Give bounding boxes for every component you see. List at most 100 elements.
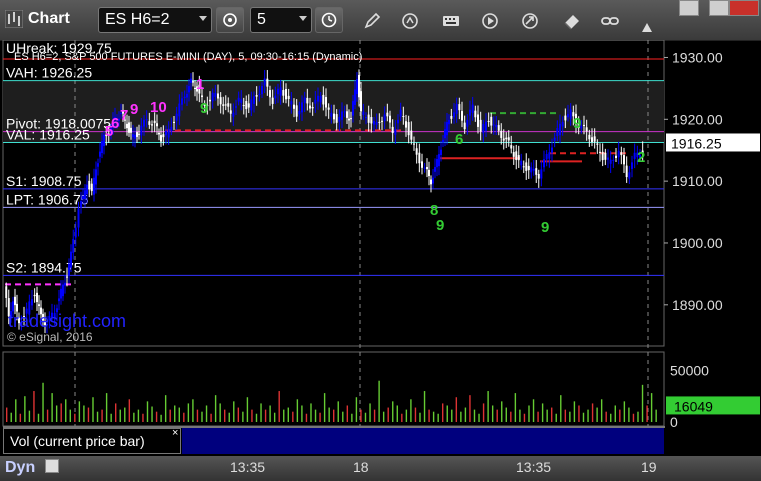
candle-body	[394, 129, 397, 135]
chart-area[interactable]: VAH: 1926.25Pivot: 1918.0075VAL: 1916.25…	[0, 40, 761, 456]
candle-body	[358, 75, 360, 98]
volume-bar	[169, 409, 171, 422]
interval-value: 5	[257, 11, 266, 28]
minimize-icon[interactable]	[679, 0, 699, 16]
volume-bar	[337, 401, 339, 422]
eraser-icon[interactable]	[562, 11, 582, 31]
volume-bar	[373, 409, 376, 422]
close-icon[interactable]	[729, 0, 759, 16]
volume-bar	[246, 397, 249, 422]
time-button[interactable]	[315, 7, 343, 33]
candle-body	[295, 105, 298, 117]
interval-select[interactable]: 5	[250, 7, 312, 33]
maximize-icon[interactable]	[709, 0, 729, 16]
pencil-icon[interactable]	[362, 11, 382, 31]
candle-body	[469, 109, 471, 116]
volume-bar	[523, 413, 526, 422]
price-tick-label: 1900.00	[672, 235, 723, 251]
candle-body	[378, 121, 381, 123]
candle-body	[266, 78, 269, 87]
candle-body	[333, 113, 335, 120]
dyn-label[interactable]: Dyn	[5, 459, 35, 477]
candle-body	[175, 113, 178, 121]
candle-body	[397, 119, 399, 124]
candle-body	[500, 130, 503, 138]
volume-bar	[328, 407, 330, 422]
close-icon[interactable]: ×	[172, 427, 178, 439]
volume-bar	[364, 412, 367, 422]
candle-body	[250, 99, 253, 111]
volume-bar	[155, 411, 158, 422]
candle-body	[279, 87, 282, 96]
candle-body	[64, 282, 66, 286]
volume-bar	[510, 411, 512, 422]
crosshair-button[interactable]	[216, 7, 244, 33]
candle-body	[631, 162, 633, 169]
volume-bar	[142, 413, 144, 422]
volume-study-tab[interactable]: Vol (current price bar) ×	[3, 427, 181, 454]
volume-bar	[473, 409, 476, 422]
keyboard-icon[interactable]	[441, 11, 461, 31]
volume-bar	[278, 391, 280, 422]
toolbar: Chart ES H6=2 5	[0, 0, 761, 41]
symbol-select[interactable]: ES H6=2	[98, 7, 212, 33]
candle-body	[461, 111, 463, 121]
volume-bar	[378, 380, 380, 422]
link-icon[interactable]	[600, 11, 620, 31]
td-count-label: 6	[455, 131, 463, 148]
volume-bar	[6, 407, 8, 422]
current-volume-value: 16049	[674, 398, 713, 414]
volume-bar	[491, 405, 494, 422]
volume-bar	[596, 407, 598, 422]
candle-body	[80, 201, 82, 208]
candle-body	[510, 145, 513, 149]
candle-body	[190, 78, 192, 83]
share-icon[interactable]	[640, 20, 654, 34]
candle-body	[402, 116, 405, 118]
volume-bar	[310, 403, 312, 422]
candle-body	[370, 117, 373, 124]
candle-body	[381, 120, 383, 122]
candle-body	[615, 155, 617, 159]
volume-bar	[83, 405, 85, 422]
candle-body	[217, 93, 219, 99]
volume-bar	[305, 413, 308, 422]
volume-bar	[92, 397, 94, 422]
candle-body	[507, 137, 510, 141]
candle-body	[160, 135, 162, 142]
candle-body	[38, 304, 40, 306]
volume-strip	[182, 428, 664, 454]
candle-body	[455, 103, 458, 114]
volume-bar	[323, 393, 326, 422]
arrow-icon[interactable]	[520, 11, 540, 31]
volume-bar	[296, 399, 299, 422]
candle-body	[209, 99, 211, 102]
volume-bar	[582, 412, 585, 422]
play-icon[interactable]	[480, 11, 500, 31]
candle-body	[551, 147, 553, 153]
candle-body	[410, 130, 413, 140]
volume-bar	[419, 412, 421, 422]
time-label: 13:35	[516, 459, 552, 475]
candle-body	[173, 121, 175, 123]
volume-bar	[346, 405, 349, 422]
candle-body	[82, 196, 84, 200]
candle-body	[360, 91, 362, 112]
candle-body	[373, 121, 375, 125]
candle-body	[442, 139, 444, 143]
candle-body	[70, 251, 72, 268]
chart-icon[interactable]	[5, 10, 23, 28]
candle-body	[548, 152, 551, 159]
volume-bar	[546, 409, 548, 422]
volume-bar	[569, 411, 571, 422]
cursor-refresh-icon[interactable]	[400, 11, 420, 31]
dyn-options-icon[interactable]	[45, 459, 59, 473]
candle-body	[269, 90, 271, 98]
candle-body	[463, 122, 466, 130]
volume-bar	[119, 409, 121, 422]
volume-bar	[591, 403, 594, 422]
candle-body	[143, 119, 145, 127]
volume-bar	[87, 407, 90, 422]
candle-body	[232, 112, 235, 117]
td-count-label: 2	[637, 149, 645, 166]
